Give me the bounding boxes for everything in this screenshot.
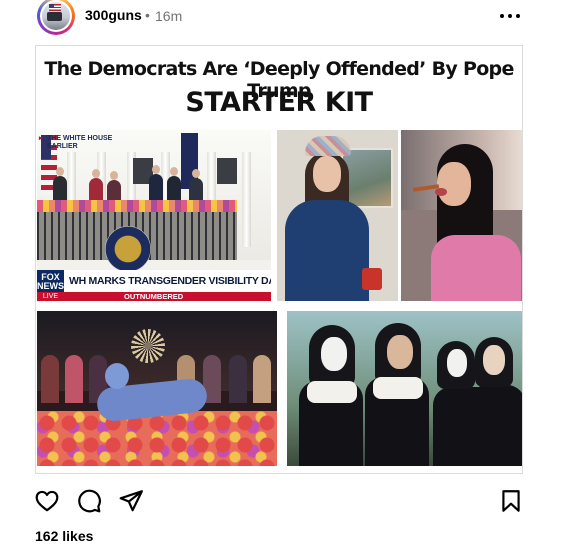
bookmark-icon bbox=[502, 490, 520, 512]
sequined-cap bbox=[305, 136, 351, 156]
woman-with-snack-photo bbox=[277, 130, 398, 301]
post-image[interactable]: The Democrats Are ‘Deeply Offended’ By P… bbox=[35, 45, 523, 474]
likes-count[interactable]: 162 likes bbox=[35, 528, 93, 544]
share-button[interactable] bbox=[118, 488, 144, 514]
more-options-button[interactable] bbox=[498, 6, 522, 26]
balcony-flowers bbox=[37, 200, 237, 212]
truck-icon bbox=[47, 12, 62, 21]
meme-subtitle: STARTER KIT bbox=[185, 87, 373, 118]
more-horizontal-icon bbox=[500, 14, 504, 18]
parade-float-photo bbox=[37, 311, 277, 466]
comment-button[interactable] bbox=[76, 488, 102, 514]
snack-bag bbox=[362, 268, 382, 290]
post-timestamp[interactable]: 16m bbox=[155, 8, 182, 24]
avatar-image bbox=[40, 0, 72, 32]
heart-icon bbox=[35, 490, 59, 512]
send-icon bbox=[119, 490, 143, 512]
woman-tasting-photo bbox=[401, 130, 522, 301]
flag-icon bbox=[49, 4, 61, 11]
avatar[interactable] bbox=[37, 0, 75, 35]
show-name: OUTNUMBERED bbox=[64, 292, 271, 301]
post-header: 300guns • 16m bbox=[0, 0, 564, 36]
presidential-seal bbox=[105, 226, 151, 272]
flower-float bbox=[37, 411, 277, 466]
news-headline: WH MARKS TRANSGENDER VISIBILITY DAY ON E… bbox=[64, 270, 271, 292]
post-actions bbox=[0, 488, 564, 514]
white-house-news-photo: THE WHITE HOUSE EARLIER FOX NEWS LIVE WH… bbox=[37, 130, 271, 301]
news-tag: THE WHITE HOUSE EARLIER bbox=[39, 135, 112, 151]
headdress bbox=[131, 329, 165, 363]
separator-dot: • bbox=[145, 7, 150, 23]
like-button[interactable] bbox=[34, 488, 60, 514]
comment-icon bbox=[78, 489, 101, 513]
live-badge: LIVE bbox=[37, 292, 64, 301]
costumed-nuns-photo bbox=[287, 311, 522, 466]
save-button[interactable] bbox=[498, 488, 524, 514]
username-link[interactable]: 300guns bbox=[85, 7, 142, 23]
